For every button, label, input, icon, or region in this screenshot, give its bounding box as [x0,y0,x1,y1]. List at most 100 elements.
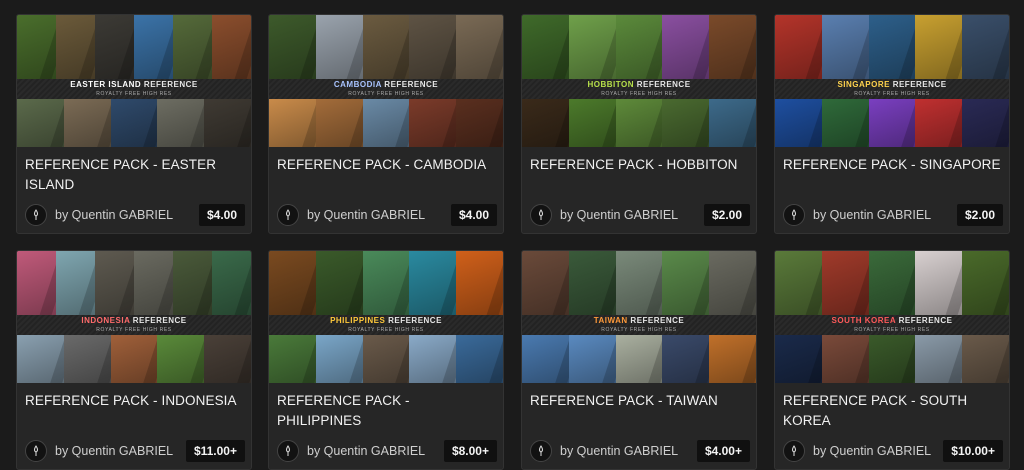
thumbnail-banner: PHILIPPINES REFERENCE ROYALTY FREE HIGH … [269,315,503,335]
thumbnail-photo [362,99,410,147]
product-card[interactable]: TAIWAN REFERENCE ROYALTY FREE HIGH RES R… [521,250,757,470]
thumbnail-photo [315,335,363,383]
product-card[interactable]: HOBBITON REFERENCE ROYALTY FREE HIGH RES… [521,14,757,234]
banner-title: SINGAPORE REFERENCE [775,79,1009,91]
author-avatar[interactable] [25,440,47,462]
author-logo-icon [792,209,796,220]
thumbnail-bottom-strip [269,335,503,383]
author-logo-icon [286,445,290,456]
thumbnail-photo [775,335,822,383]
product-title[interactable]: REFERENCE PACK - TAIWAN [530,391,748,411]
thumbnail-top-strip [17,15,251,79]
author-name[interactable]: by Quentin GABRIEL [813,208,931,222]
author-avatar[interactable] [277,204,299,226]
product-thumbnail[interactable]: PHILIPPINES REFERENCE ROYALTY FREE HIGH … [269,251,503,383]
product-thumbnail[interactable]: INDONESIA REFERENCE ROYALTY FREE HIGH RE… [17,251,251,383]
thumbnail-bottom-strip [775,335,1009,383]
product-card[interactable]: CAMBODIA REFERENCE ROYALTY FREE HIGH RES… [268,14,504,234]
thumbnail-photo [315,15,363,79]
price-badge[interactable]: $10.00+ [943,440,1003,462]
author-name[interactable]: by Quentin GABRIEL [560,444,678,458]
author-avatar[interactable] [783,440,805,462]
author-avatar[interactable] [25,204,47,226]
thumbnail-photo [709,335,756,383]
thumbnail-photo [17,99,64,147]
thumbnail-photo [173,251,212,315]
product-thumbnail[interactable]: SOUTH KOREA REFERENCE ROYALTY FREE HIGH … [775,251,1009,383]
thumbnail-photo [409,251,457,315]
thumbnail-banner: EASTER ISLAND REFERENCE ROYALTY FREE HIG… [17,79,251,99]
thumbnail-photo [315,99,363,147]
thumbnail-photo [522,335,569,383]
banner-title: TAIWAN REFERENCE [522,315,756,327]
product-title[interactable]: REFERENCE PACK - INDONESIA [25,391,243,411]
banner-subtitle: ROYALTY FREE HIGH RES [348,91,424,97]
banner-title-rest: REFERENCE [130,316,187,325]
thumbnail-photo [821,335,869,383]
thumbnail-photo [456,251,503,315]
product-title[interactable]: REFERENCE PACK - CAMBODIA [277,155,495,175]
price-badge[interactable]: $4.00+ [696,440,750,462]
price-badge[interactable]: $4.00 [198,204,245,226]
author-avatar[interactable] [530,204,552,226]
product-thumbnail[interactable]: EASTER ISLAND REFERENCE ROYALTY FREE HIG… [17,15,251,147]
thumbnail-bottom-strip [522,99,756,147]
author-avatar[interactable] [530,440,552,462]
thumbnail-photo [157,335,205,383]
product-card[interactable]: SOUTH KOREA REFERENCE ROYALTY FREE HIGH … [774,250,1010,470]
banner-subtitle: ROYALTY FREE HIGH RES [854,327,930,333]
author-name[interactable]: by Quentin GABRIEL [307,444,425,458]
product-title[interactable]: REFERENCE PACK - SINGAPORE [783,155,1001,175]
banner-title-accent: TAIWAN [593,316,628,325]
thumbnail-photo [110,99,158,147]
author-name[interactable]: by Quentin GABRIEL [560,208,678,222]
product-thumbnail[interactable]: HOBBITON REFERENCE ROYALTY FREE HIGH RES [522,15,756,147]
product-thumbnail[interactable]: SINGAPORE REFERENCE ROYALTY FREE HIGH RE… [775,15,1009,147]
thumbnail-photo [63,335,111,383]
price-badge[interactable]: $11.00+ [185,440,245,462]
product-card[interactable]: EASTER ISLAND REFERENCE ROYALTY FREE HIG… [16,14,252,234]
product-card[interactable]: PHILIPPINES REFERENCE ROYALTY FREE HIGH … [268,250,504,470]
banner-title: SOUTH KOREA REFERENCE [775,315,1009,327]
author-avatar[interactable] [277,440,299,462]
thumbnail-top-strip [17,251,251,315]
product-title[interactable]: REFERENCE PACK - HOBBITON [530,155,748,175]
price-badge[interactable]: $2.00 [956,204,1003,226]
thumbnail-photo [409,335,457,383]
author-logo-icon [539,209,543,220]
thumbnail-photo [269,15,316,79]
author-name[interactable]: by Quentin GABRIEL [307,208,425,222]
thumbnail-photo [456,335,503,383]
thumbnail-photo [522,99,569,147]
author-avatar[interactable] [783,204,805,226]
thumbnail-photo [95,15,134,79]
product-thumbnail[interactable]: TAIWAN REFERENCE ROYALTY FREE HIGH RES [522,251,756,383]
thumbnail-photo [173,15,212,79]
product-title[interactable]: REFERENCE PACK - EASTER ISLAND [25,155,243,195]
thumbnail-photo [17,251,56,315]
author-row: by Quentin GABRIEL $8.00+ [277,439,497,465]
price-badge[interactable]: $8.00+ [443,440,497,462]
thumbnail-top-strip [775,251,1009,315]
thumbnail-photo [615,335,663,383]
thumbnail-photo [775,15,822,79]
product-title[interactable]: REFERENCE PACK - SOUTH KOREA [783,391,1001,431]
thumbnail-photo [915,99,963,147]
banner-title-accent: EASTER ISLAND [70,80,142,89]
product-title[interactable]: REFERENCE PACK - PHILIPPINES [277,391,495,431]
product-card[interactable]: INDONESIA REFERENCE ROYALTY FREE HIGH RE… [16,250,252,470]
author-name[interactable]: by Quentin GABRIEL [55,208,173,222]
banner-title-rest: REFERENCE [381,80,439,89]
thumbnail-photo [522,251,569,315]
thumbnail-photo [962,251,1009,315]
thumbnail-photo [709,251,756,315]
author-name[interactable]: by Quentin GABRIEL [813,444,931,458]
thumbnail-photo [662,15,710,79]
product-card[interactable]: SINGAPORE REFERENCE ROYALTY FREE HIGH RE… [774,14,1010,234]
author-name[interactable]: by Quentin GABRIEL [55,444,173,458]
price-badge[interactable]: $2.00 [703,204,750,226]
price-badge[interactable]: $4.00 [450,204,497,226]
thumbnail-photo [134,15,173,79]
thumbnail-photo [915,335,963,383]
product-thumbnail[interactable]: CAMBODIA REFERENCE ROYALTY FREE HIGH RES [269,15,503,147]
